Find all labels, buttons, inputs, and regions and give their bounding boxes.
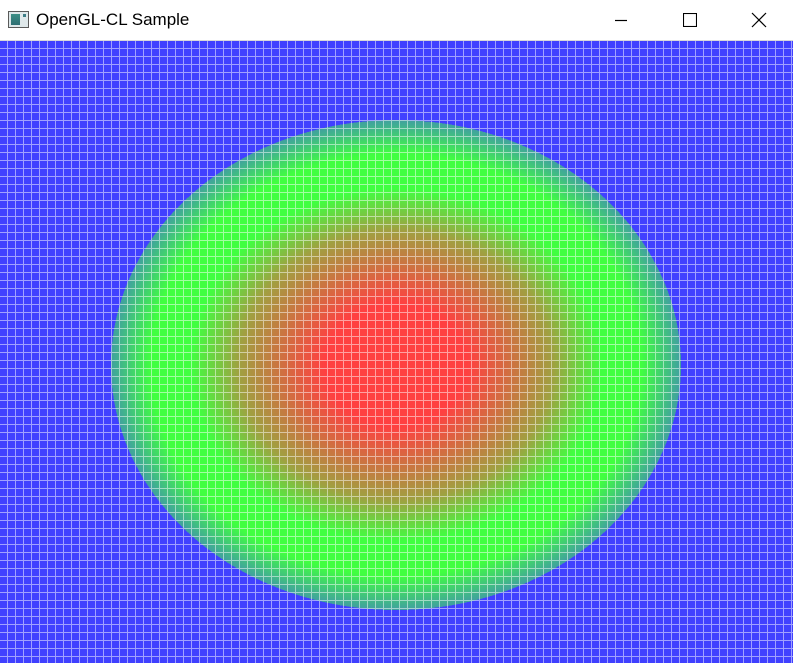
opengl-render-surface[interactable] xyxy=(0,41,793,663)
minimize-button[interactable] xyxy=(586,0,656,40)
mesh-grid-overlay xyxy=(0,41,793,663)
minimize-icon xyxy=(615,19,627,22)
maximize-button[interactable] xyxy=(655,0,725,40)
application-window-icon[interactable] xyxy=(8,11,29,28)
title-bar[interactable]: OpenGL-CL Sample xyxy=(0,0,793,41)
app-window: OpenGL-CL Sample xyxy=(0,0,793,663)
window-title: OpenGL-CL Sample xyxy=(36,10,190,29)
close-button[interactable] xyxy=(724,0,793,40)
close-icon xyxy=(751,12,767,28)
maximize-icon xyxy=(683,13,697,27)
